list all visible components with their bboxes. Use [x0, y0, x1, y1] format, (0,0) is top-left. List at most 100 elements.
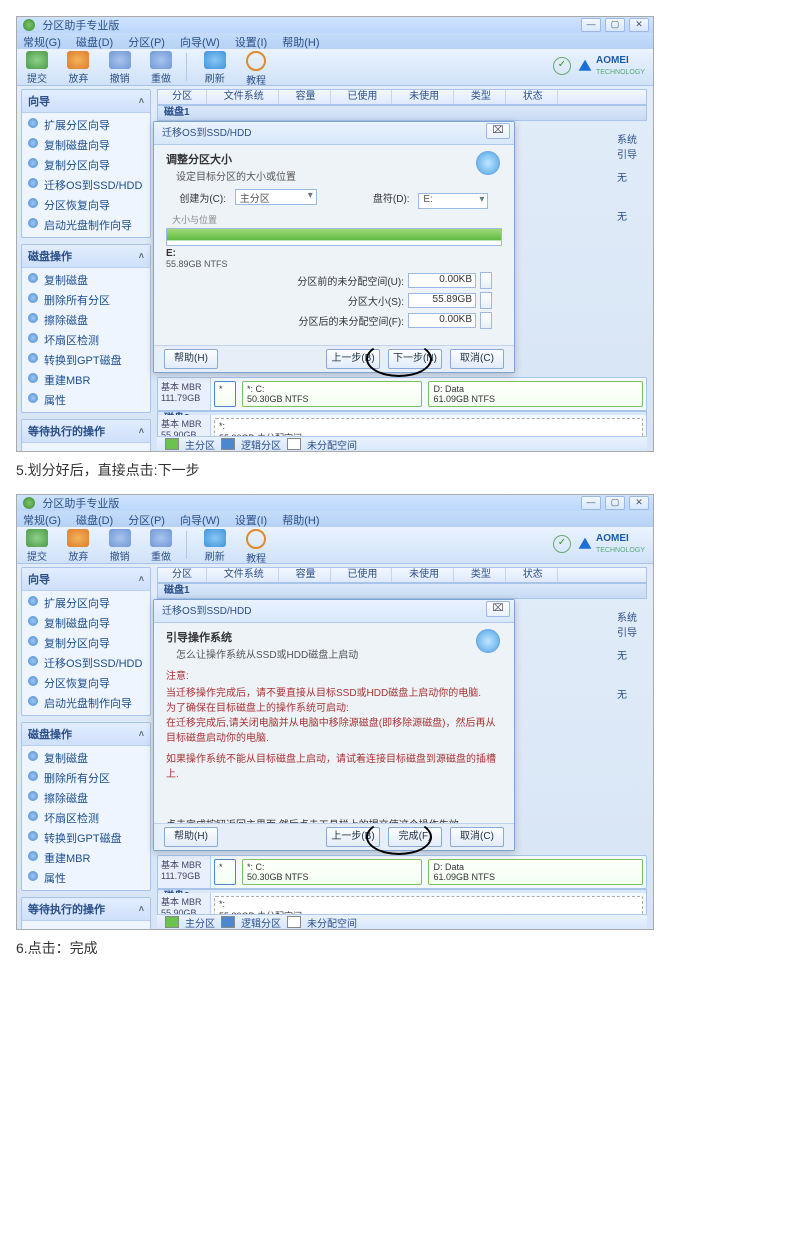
tb-refresh[interactable]: 刷新 — [199, 529, 231, 563]
op-rebuild-mbr[interactable]: 重建MBR — [22, 848, 150, 868]
spinner[interactable] — [480, 272, 492, 289]
disk1-part-d[interactable]: D: Data61.09GB NTFS — [428, 381, 643, 407]
tb-tutorial[interactable]: 教程 — [240, 51, 272, 87]
panel-diskops-header[interactable]: 磁盘操作˄ — [22, 723, 150, 746]
disk1-part-c[interactable]: *: C:50.30GB NTFS — [242, 859, 422, 885]
brand: ✓ AOMEITECHNOLOGY — [553, 55, 645, 77]
drive-letter-select[interactable]: E: — [418, 193, 488, 209]
op-rebuild-mbr[interactable]: 重建MBR — [22, 370, 150, 390]
cancel-button[interactable]: 取消(C) — [450, 827, 504, 847]
tb-commit[interactable]: 提交 — [21, 51, 53, 85]
wizard-item-recover[interactable]: 分区恢复向导 — [22, 673, 150, 693]
panel-pending-header[interactable]: 等待执行的操作˄ — [22, 420, 150, 443]
wizard-item-copy-disk[interactable]: 复制磁盘向导 — [22, 613, 150, 633]
tb-redo[interactable]: 重做 — [145, 529, 177, 563]
dialog-close-button[interactable]: ⌧ — [486, 601, 510, 617]
close-button[interactable]: ✕ — [629, 496, 649, 510]
legend: 主分区 逻辑分区 未分配空间 — [157, 914, 647, 929]
op-copy-disk[interactable]: 复制磁盘 — [22, 270, 150, 290]
col-free: 未使用 — [395, 90, 454, 104]
op-properties[interactable]: 属性 — [22, 390, 150, 410]
discard-icon — [67, 529, 89, 547]
minimize-button[interactable]: — — [581, 18, 601, 32]
cancel-button[interactable]: 取消(C) — [450, 349, 504, 369]
tb-undo[interactable]: 撤销 — [104, 529, 136, 563]
tb-commit[interactable]: 提交 — [21, 529, 53, 563]
disk1-part-star[interactable]: * — [214, 859, 236, 885]
tb-redo[interactable]: 重做 — [145, 51, 177, 85]
legend-logical-swatch — [221, 916, 235, 928]
col-used: 已使用 — [333, 568, 392, 582]
wizard-item-copy-part[interactable]: 复制分区向导 — [22, 155, 150, 175]
undo-icon — [109, 51, 131, 69]
wizard-item-recover[interactable]: 分区恢复向导 — [22, 195, 150, 215]
panel-wizard-header[interactable]: 向导˄ — [22, 90, 150, 113]
wizard-item-migrate-os[interactable]: 迁移OS到SSD/HDD — [22, 175, 150, 195]
help-button[interactable]: 帮助(H) — [164, 827, 218, 847]
aomei-logo-icon — [577, 58, 593, 74]
migrate-dialog: 迁移OS到SSD/HDD ⌧ 调整分区大小 设定目标分区的大小或位置 创建为(C… — [153, 121, 515, 373]
tb-refresh[interactable]: 刷新 — [199, 51, 231, 85]
maximize-button[interactable]: ▢ — [605, 18, 625, 32]
disk1-part-star[interactable]: * — [214, 381, 236, 407]
help-button[interactable]: 帮助(H) — [164, 349, 218, 369]
op-copy-disk[interactable]: 复制磁盘 — [22, 748, 150, 768]
disk1-row[interactable]: 基本 MBR111.79GB * *: C:50.30GB NTFS D: Da… — [157, 855, 647, 889]
legend-logical-swatch — [221, 438, 235, 450]
disk1-header: 磁盘1 — [157, 105, 647, 121]
op-bad-sector[interactable]: 坏扇区检测 — [22, 330, 150, 350]
wizard-item-copy-disk[interactable]: 复制磁盘向导 — [22, 135, 150, 155]
wizard-item-boot-cd[interactable]: 启动光盘制作向导 — [22, 693, 150, 713]
wizard-item-boot-cd[interactable]: 启动光盘制作向导 — [22, 215, 150, 235]
col-status: 状态 — [509, 568, 558, 582]
unalloc-after-input[interactable]: 0.00KB — [408, 313, 476, 328]
next-button[interactable]: 下一步(N) — [388, 349, 442, 369]
wizard-item-extend[interactable]: 扩展分区向导 — [22, 593, 150, 613]
unalloc-before-input[interactable]: 0.00KB — [408, 273, 476, 288]
wizard-item-migrate-os[interactable]: 迁移OS到SSD/HDD — [22, 653, 150, 673]
screenshot-2: 分区助手专业版 — ▢ ✕ 常规(G) 磁盘(D) 分区(P) 向导(W) 设置… — [16, 494, 654, 930]
back-button[interactable]: 上一步(B) — [326, 349, 380, 369]
panel-diskops-header[interactable]: 磁盘操作˄ — [22, 245, 150, 268]
size-slider[interactable] — [166, 228, 502, 246]
part-size-input[interactable]: 55.89GB — [408, 293, 476, 308]
tb-discard[interactable]: 放弃 — [62, 51, 94, 85]
col-type: 类型 — [457, 568, 506, 582]
dialog-footer: 帮助(H) 上一步(B) 下一步(N) 取消(C) — [154, 345, 514, 372]
back-button[interactable]: 上一步(B) — [326, 827, 380, 847]
wizard-item-extend[interactable]: 扩展分区向导 — [22, 115, 150, 135]
row-unalloc-before: 分区前的未分配空间(U): 0.00KB — [166, 272, 492, 289]
wizard-item-copy-part[interactable]: 复制分区向导 — [22, 633, 150, 653]
panel-pending-header[interactable]: 等待执行的操作˄ — [22, 898, 150, 921]
op-properties[interactable]: 属性 — [22, 868, 150, 888]
spinner[interactable] — [480, 292, 492, 309]
dialog-titlebar: 迁移OS到SSD/HDD ⌧ — [154, 122, 514, 145]
dialog-close-button[interactable]: ⌧ — [486, 123, 510, 139]
spinner[interactable] — [480, 312, 492, 329]
tb-discard[interactable]: 放弃 — [62, 529, 94, 563]
create-as-select[interactable]: 主分区 — [235, 189, 317, 205]
minimize-button[interactable]: — — [581, 496, 601, 510]
column-headers: 分区 文件系统 容量 已使用 未使用 类型 状态 — [157, 89, 647, 105]
close-button[interactable]: ✕ — [629, 18, 649, 32]
op-to-gpt[interactable]: 转换到GPT磁盘 — [22, 828, 150, 848]
finish-button[interactable]: 完成(F) — [388, 827, 442, 847]
disk1-info: 系统 引导 无 无 — [617, 131, 637, 223]
op-wipe-disk[interactable]: 擦除磁盘 — [22, 310, 150, 330]
tutorial-icon — [246, 529, 266, 549]
op-to-gpt[interactable]: 转换到GPT磁盘 — [22, 350, 150, 370]
maximize-button[interactable]: ▢ — [605, 496, 625, 510]
col-fs: 文件系统 — [210, 568, 279, 582]
disk1-row[interactable]: 基本 MBR 111.79GB * *: C:50.30GB NTFS D: D… — [157, 377, 647, 411]
disk1-part-c[interactable]: *: C:50.30GB NTFS — [242, 381, 422, 407]
tb-undo[interactable]: 撤销 — [104, 51, 136, 85]
op-delete-all[interactable]: 删除所有分区 — [22, 290, 150, 310]
op-wipe-disk[interactable]: 擦除磁盘 — [22, 788, 150, 808]
panel-wizard-header[interactable]: 向导˄ — [22, 568, 150, 591]
redo-icon — [150, 51, 172, 69]
op-delete-all[interactable]: 删除所有分区 — [22, 768, 150, 788]
screenshot-1: 分区助手专业版 — ▢ ✕ 常规(G) 磁盘(D) 分区(P) 向导(W) 设置… — [16, 16, 654, 452]
disk1-part-d[interactable]: D: Data61.09GB NTFS — [428, 859, 643, 885]
op-bad-sector[interactable]: 坏扇区检测 — [22, 808, 150, 828]
tb-tutorial[interactable]: 教程 — [240, 529, 272, 565]
